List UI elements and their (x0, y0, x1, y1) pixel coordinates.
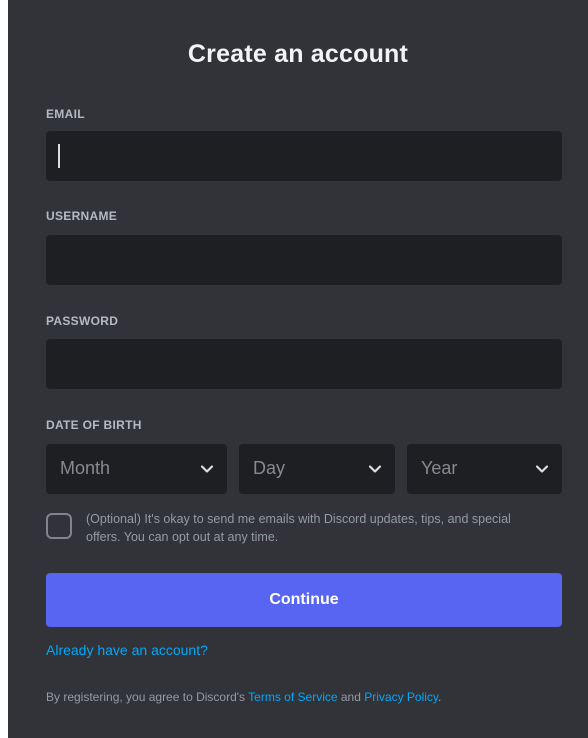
date-of-birth-label: DATE OF BIRTH (46, 418, 142, 432)
legal-middle: and (337, 690, 365, 704)
email-label: EMAIL (46, 107, 85, 121)
year-placeholder: Year (421, 458, 458, 478)
chevron-down-icon (368, 465, 382, 473)
text-caret (58, 144, 60, 168)
privacy-policy-link[interactable]: Privacy Policy (364, 690, 438, 704)
chevron-down-icon (535, 465, 549, 473)
terms-of-service-link[interactable]: Terms of Service (248, 690, 337, 704)
page-title: Create an account (187, 40, 409, 68)
chevron-down-icon (200, 465, 214, 473)
legal-suffix: . (438, 690, 442, 704)
continue-button[interactable]: Continue (46, 573, 562, 627)
year-select[interactable]: Year (407, 444, 562, 494)
username-field[interactable] (46, 235, 562, 285)
login-link[interactable]: Already have an account? (46, 642, 208, 658)
password-label: PASSWORD (46, 314, 119, 328)
password-field[interactable] (46, 339, 562, 389)
day-placeholder: Day (253, 458, 286, 478)
email-optin-text: (Optional) It's okay to send me emails w… (86, 512, 511, 544)
username-label: USERNAME (46, 209, 118, 223)
email-optin-checkbox[interactable] (46, 513, 72, 539)
email-field[interactable] (46, 131, 562, 181)
month-select[interactable]: Month (46, 444, 227, 494)
day-select[interactable]: Day (239, 444, 395, 494)
legal-notice: By registering, you agree to Discord's T… (46, 690, 441, 704)
month-placeholder: Month (60, 458, 111, 478)
register-panel: Create an account EMAIL USERNAME PASSWOR… (8, 0, 588, 738)
legal-prefix: By registering, you agree to Discord's (46, 690, 249, 704)
